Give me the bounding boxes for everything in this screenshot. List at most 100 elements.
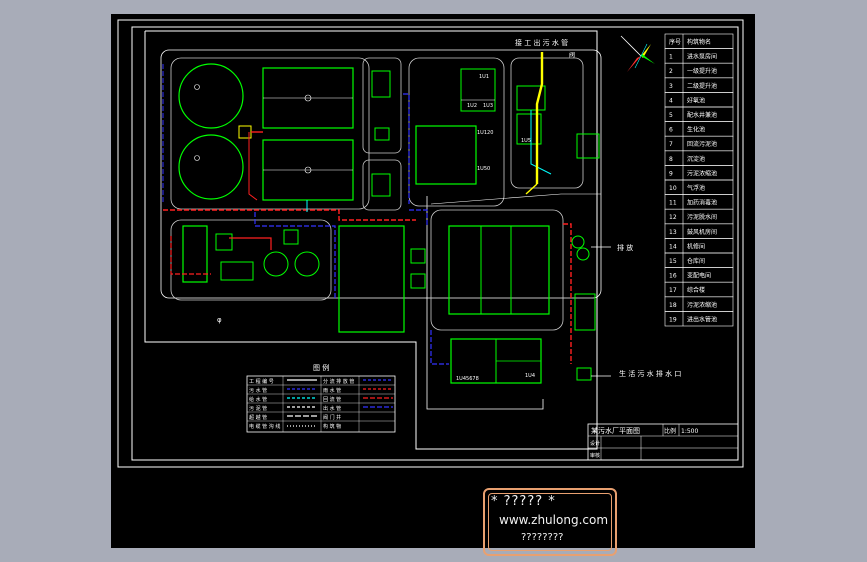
item-name: 二级提升池: [687, 82, 717, 90]
sedimentation-tank: [448, 225, 550, 315]
discharge-label: 生 活 污 水 排 水 口: [619, 369, 681, 378]
site-boundary: [144, 30, 598, 450]
scale-label: 比例: [664, 427, 676, 435]
legend-row-label: 超 越 管: [249, 414, 267, 421]
watermark-site: www.zhulong.com: [499, 513, 609, 527]
legend-row-label: 回 流 管: [323, 396, 341, 403]
item-number: 1: [669, 54, 673, 61]
road-block-1: [170, 57, 370, 210]
watermark-desc: ????????: [521, 532, 564, 543]
scale-value: 1:500: [681, 428, 698, 435]
sewage-pipe-2: [563, 223, 572, 364]
item-number: 18: [669, 302, 677, 309]
item-name: 进出水管池: [687, 315, 717, 323]
building-tag: 1U50: [477, 166, 490, 172]
main-building: [415, 125, 477, 185]
item-name: 鼓风机房间: [687, 228, 717, 236]
well-a: [410, 248, 426, 264]
item-number: 3: [669, 83, 673, 90]
building-tag: 1U2: [467, 103, 477, 109]
road-block-7: [510, 57, 584, 189]
item-number: 5: [669, 112, 673, 119]
watermark-stamp: * ????? * www.zhulong.com ????????: [483, 488, 617, 556]
legend-row-label: 电 缆 管 沟 线: [249, 423, 280, 430]
legend-row-label: 雨 水 管: [323, 387, 341, 394]
item-name: 进水泵房间: [687, 53, 717, 61]
item-number: 14: [669, 243, 677, 250]
item-number: 17: [669, 287, 677, 294]
item-name: 加药消毒池: [687, 199, 717, 207]
legend-row-label: 构 筑 物: [323, 423, 341, 430]
item-name: 仓库间: [687, 257, 705, 265]
road-block-5: [170, 219, 332, 301]
marker: [194, 155, 200, 161]
filter-building: [338, 225, 405, 333]
item-number: 序号: [669, 38, 681, 46]
sewage-pipe-1: [163, 209, 416, 221]
item-name: 回流污泥池: [687, 140, 717, 148]
cad-viewport[interactable]: 序号 构筑物名 1 进水泵房间 2 一级提升池 3 二级提升池 4 好氧池 5 配水井兼池 6 生化池 7 回…: [111, 14, 755, 556]
building-tag: 1U120: [477, 130, 493, 136]
item-number: 9: [669, 170, 673, 177]
clarifier-1: [178, 63, 244, 129]
watermark-stars: * ????? *: [491, 494, 556, 509]
compass-icon: [620, 35, 655, 72]
building-tag: 1U5: [521, 138, 531, 144]
item-number: 10: [669, 185, 677, 192]
marker: [194, 84, 200, 90]
item-name: 构筑物名: [687, 38, 711, 46]
item-number: 4: [669, 97, 673, 104]
legend-row-label: 污 水 管: [249, 387, 267, 394]
well-b: [410, 273, 426, 289]
building-tag: 1U4: [525, 373, 535, 379]
item-name: 生化池: [687, 126, 705, 134]
legend-row-label: 阀 门 井: [323, 414, 341, 421]
item-number: 19: [669, 316, 677, 323]
top-tag: 阀: [569, 51, 575, 59]
item-name: 污泥浓缩池: [687, 169, 717, 177]
checker-label: 审核: [590, 452, 600, 459]
tank-r1: [576, 133, 600, 159]
legend-row-label: 出 水 管: [323, 405, 341, 412]
item-number: 7: [669, 141, 673, 148]
sludge-box: [220, 261, 254, 281]
legend-row-label: 污 泥 管: [249, 405, 267, 412]
outlet-label: 排 放: [617, 243, 633, 252]
item-name: 一级提升池: [687, 67, 717, 75]
item-number: 13: [669, 229, 677, 236]
pump-well-2: [371, 173, 391, 197]
item-name: 综合楼: [687, 286, 705, 294]
legend-row-label: 工 程 编 号: [249, 378, 274, 385]
small-tank: [215, 233, 233, 251]
legend-row-label: 给 水 管: [249, 396, 267, 403]
item-number: 8: [669, 156, 673, 163]
building-tag: 1U1: [479, 74, 489, 80]
legend-title: 图 例: [313, 363, 329, 372]
item-number: 6: [669, 127, 673, 134]
item-list: 序号 构筑物名 1 进水泵房间 2 一级提升池 3 二级提升池 4 好氧池 5 配水井兼池 6 生化池 7 回…: [664, 33, 734, 327]
valve-well: [283, 229, 299, 245]
outer-frame: [117, 19, 744, 468]
item-number: 11: [669, 200, 677, 207]
valve-circle-1: [571, 235, 585, 249]
building-tag: 1U45678: [456, 376, 479, 382]
inner-frame: [131, 26, 739, 461]
item-name: 变配电间: [687, 272, 711, 280]
item-name: 机修间: [687, 242, 705, 250]
item-number: 15: [669, 258, 677, 265]
clarifier-2: [178, 134, 244, 200]
item-name: 污泥浓缩池: [687, 301, 717, 309]
road-block-6: [430, 209, 564, 331]
item-name: 沉淀池: [687, 155, 705, 163]
outlet-well: [576, 367, 592, 381]
pump-well-1: [371, 70, 391, 98]
site-plan-drawing: 序号 构筑物名 1 进水泵房间 2 一级提升池 3 二级提升池 4 好氧池 5 配水井兼池 6 生化池 7 回…: [117, 19, 744, 468]
item-name: 好氧池: [687, 96, 705, 104]
item-name: 配水井兼池: [687, 111, 717, 119]
thickener-2: [294, 251, 320, 277]
top-pipe-label: 接 工 出 污 水 管: [515, 38, 568, 47]
designer-label: 设计: [590, 440, 600, 447]
item-name: 气浮池: [687, 184, 705, 192]
valve-circle-2: [576, 247, 590, 261]
building-tag: 1U3: [483, 103, 493, 109]
